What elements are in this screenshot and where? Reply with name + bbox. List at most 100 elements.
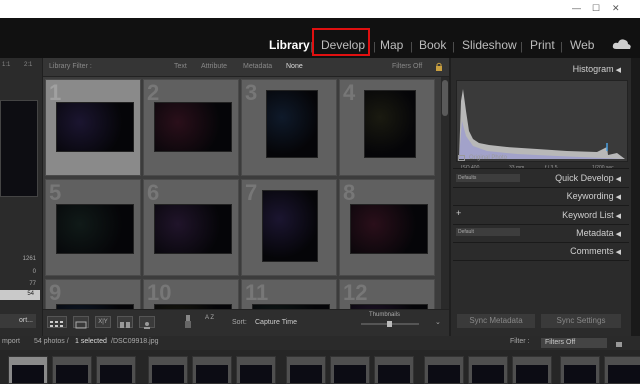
maximize-button[interactable]: ☐ (592, 3, 600, 14)
filter-none[interactable]: None (286, 63, 303, 70)
module-library[interactable]: Library (269, 38, 310, 52)
filmstrip-thumbnail[interactable] (374, 356, 414, 384)
module-book[interactable]: Book (419, 38, 446, 52)
grid-cell[interactable]: 11 (241, 279, 337, 309)
filmstrip-thumbnail[interactable] (330, 356, 370, 384)
filmstrip-filter-label: Filter : (510, 338, 530, 345)
filmstrip-thumbnail[interactable] (148, 356, 188, 384)
navigator-preview[interactable] (0, 100, 38, 197)
photo-thumbnail[interactable] (364, 90, 416, 158)
thumbnail-slider-handle[interactable] (387, 321, 392, 327)
sync-settings-button[interactable]: Sync Settings (541, 314, 621, 328)
photo-thumbnail[interactable] (154, 102, 232, 152)
photo-thumbnail[interactable] (154, 204, 232, 254)
grid-cell[interactable]: 5 (45, 179, 141, 276)
photo-thumbnail[interactable] (56, 102, 134, 152)
sort-direction-az[interactable]: A Z (205, 315, 214, 321)
minimize-button[interactable]: — (572, 3, 581, 13)
add-keyword-button[interactable]: + (456, 208, 461, 218)
sort-label: Sort: (232, 319, 247, 326)
photo-thumbnail[interactable] (262, 190, 318, 262)
zoom-2-1[interactable]: 2:1 (24, 62, 32, 68)
grid-cell[interactable]: 6 (143, 179, 239, 276)
filmstrip-thumbnail[interactable] (8, 356, 48, 384)
module-web[interactable]: Web (570, 38, 594, 52)
filmstrip-thumbnail[interactable] (192, 356, 232, 384)
grid-cell[interactable]: 10 (143, 279, 239, 309)
loupe-view-button[interactable] (73, 316, 89, 329)
filmstrip-thumbnail[interactable] (468, 356, 508, 384)
metadata-preset[interactable]: Default (456, 228, 520, 236)
grid-cell[interactable]: 4 (339, 79, 435, 176)
filmstrip-thumbnail[interactable] (424, 356, 464, 384)
grid-cell[interactable]: 12 (339, 279, 435, 309)
filter-lock-icon[interactable] (614, 338, 624, 348)
photo-thumbnail[interactable] (350, 204, 428, 254)
toolbar-menu-chevron[interactable]: ⌄ (435, 318, 441, 326)
window-title-bar: — ☐ ✕ (0, 0, 640, 18)
grid-cell[interactable]: 2 (143, 79, 239, 176)
filmstrip-thumbnail[interactable] (604, 356, 640, 384)
module-slideshow[interactable]: Slideshow (462, 38, 517, 52)
filmstrip-thumbnail[interactable] (236, 356, 276, 384)
grid-view-button[interactable] (47, 316, 67, 328)
cloud-icon[interactable] (612, 38, 632, 50)
keyword-list-header[interactable]: Keyword List (562, 210, 621, 220)
filmstrip-filter-select[interactable]: Filters Off (541, 338, 607, 348)
people-view-button[interactable] (139, 316, 155, 329)
thumbnail-size-slider[interactable] (361, 321, 419, 327)
grid-cell[interactable]: 9 (45, 279, 141, 309)
filter-text[interactable]: Text (174, 63, 187, 70)
sync-metadata-button[interactable]: Sync Metadata (457, 314, 535, 328)
catalog-count-all: 1261 (22, 256, 36, 262)
grid-cell[interactable]: 7 (241, 179, 337, 276)
zoom-1-1[interactable]: 1:1 (2, 62, 10, 68)
filmstrip-thumbnail[interactable] (52, 356, 92, 384)
filter-metadata[interactable]: Metadata (243, 63, 272, 70)
grid-scrollbar-thumb[interactable] (442, 80, 448, 116)
histogram-header[interactable]: Histogram (573, 64, 621, 74)
selected-folder-row[interactable]: 54 (0, 290, 40, 300)
filmstrip-thumbnail[interactable] (96, 356, 136, 384)
painter-icon[interactable] (183, 314, 193, 330)
quick-develop-header[interactable]: Quick Develop (555, 173, 621, 183)
filmstrip-thumbnail[interactable] (560, 356, 600, 384)
original-photo-checkbox[interactable] (458, 155, 465, 161)
grid-cell-number: 3 (245, 80, 258, 105)
histogram: ISO 400 33 mm f / 3.5 1/200 sec (456, 80, 628, 171)
grid-cell[interactable]: 3 (241, 79, 337, 176)
histogram-graph (459, 89, 625, 159)
quick-develop-preset[interactable]: Defaults (456, 174, 520, 182)
import-button[interactable]: ort... (0, 314, 36, 328)
library-filter-bar: Library Filter : Text Attribute Metadata… (43, 58, 449, 77)
grid-cell-number: 5 (49, 180, 62, 205)
grid-cell[interactable]: 1 (45, 79, 141, 176)
compare-view-button[interactable]: X|Y (95, 316, 111, 328)
lock-icon[interactable] (435, 62, 443, 72)
module-print[interactable]: Print (530, 38, 555, 52)
close-button[interactable]: ✕ (612, 3, 620, 14)
panel-divider (453, 260, 629, 261)
filmstrip-image (240, 365, 272, 383)
grid-cell-number: 9 (49, 280, 62, 305)
import-label[interactable]: mport (2, 338, 20, 345)
photo-thumbnail[interactable] (56, 204, 134, 254)
comments-header[interactable]: Comments (570, 246, 621, 256)
keywording-header[interactable]: Keywording (567, 191, 621, 201)
sort-select[interactable]: Capture Time (255, 319, 297, 326)
metadata-header[interactable]: Metadata (576, 228, 621, 238)
filmstrip-image (516, 365, 548, 383)
survey-view-button[interactable] (117, 316, 133, 328)
filmstrip-thumbnail[interactable] (512, 356, 552, 384)
filmstrip-header: mport 54 photos / 1 selected /DSC09918.j… (0, 336, 640, 350)
library-filter-label: Library Filter : (49, 63, 92, 70)
grid-scrollbar[interactable] (441, 77, 449, 309)
photo-thumbnail[interactable] (266, 90, 318, 158)
filters-off-toggle[interactable]: Filters Off (392, 63, 422, 70)
selected-filename[interactable]: /DSC09918.jpg (111, 338, 158, 345)
module-map[interactable]: Map (380, 38, 403, 52)
grid-cell[interactable]: 8 (339, 179, 435, 276)
right-panel-scrollbar[interactable] (631, 58, 640, 336)
filter-attribute[interactable]: Attribute (201, 63, 227, 70)
filmstrip-thumbnail[interactable] (286, 356, 326, 384)
